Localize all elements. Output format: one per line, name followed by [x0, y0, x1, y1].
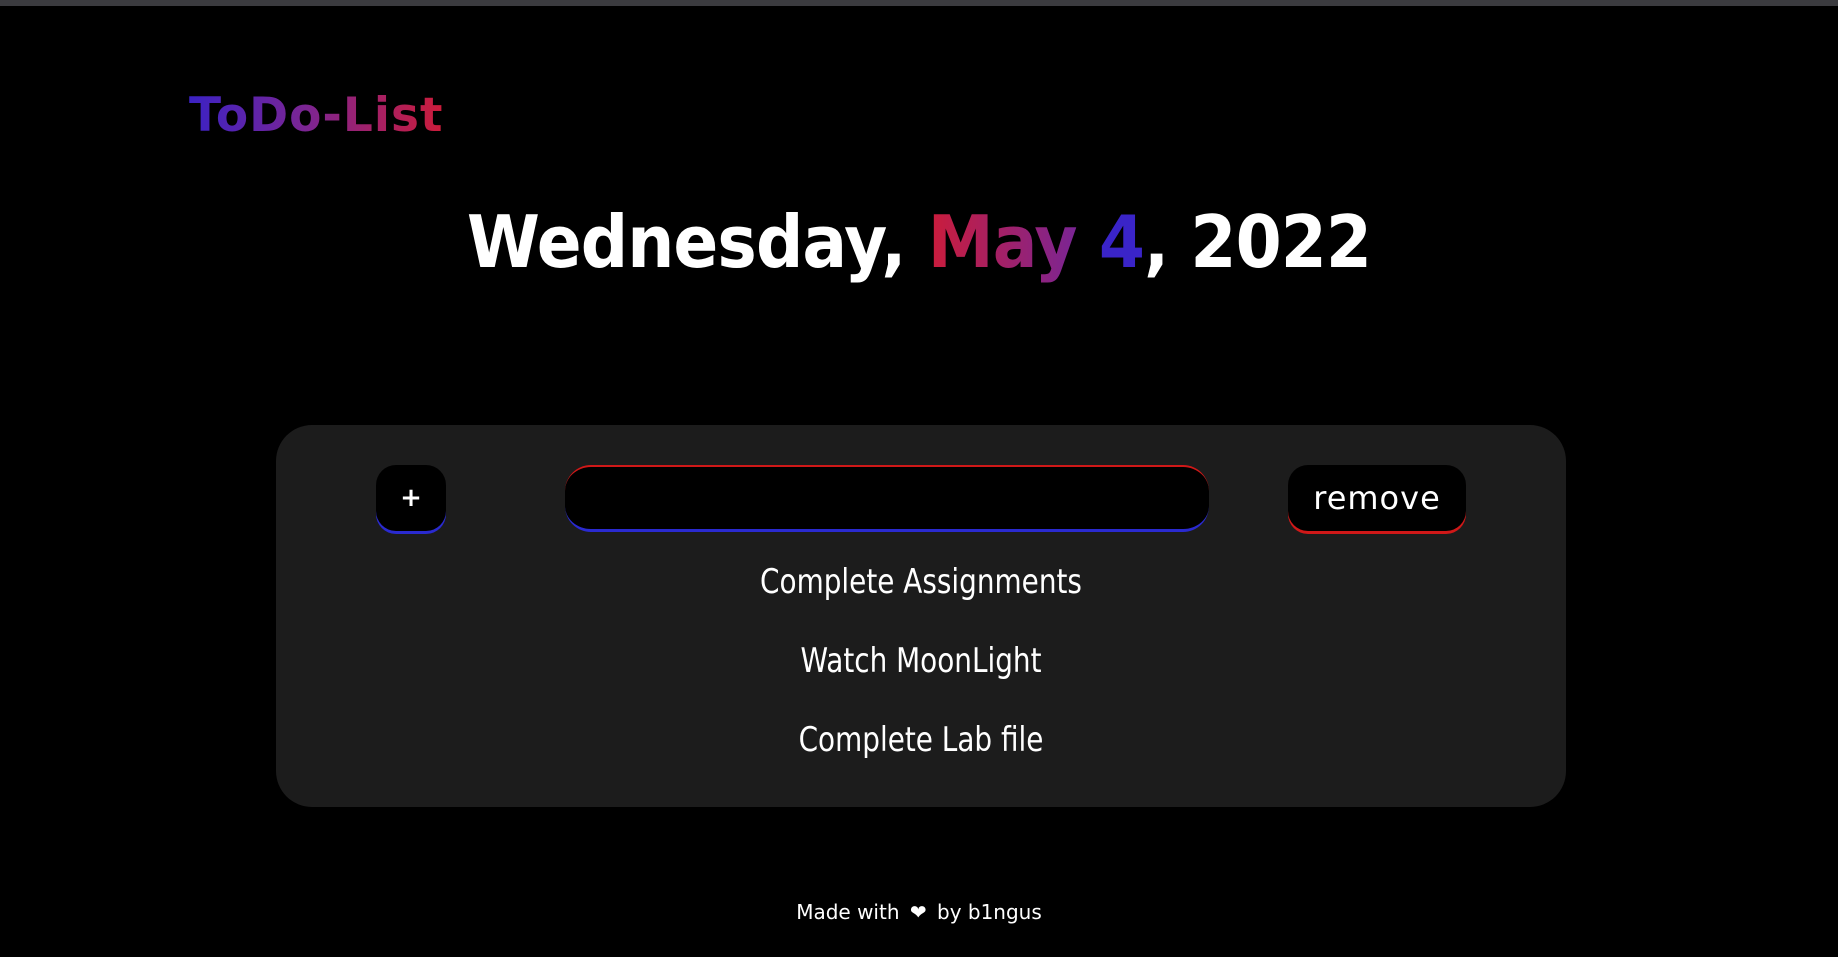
date-year: , 2022	[1144, 200, 1372, 284]
date-month: May	[927, 200, 1078, 284]
heart-icon: ❤	[909, 900, 927, 924]
todo-list: Complete Assignments Watch MoonLight Com…	[276, 557, 1566, 794]
date-weekday: Wednesday,	[466, 200, 907, 284]
app-logo: ToDo-List	[189, 88, 444, 143]
current-date: Wednesday, May 4, 2022	[74, 200, 1765, 284]
add-button[interactable]: +	[376, 465, 446, 531]
date-day: 4	[1098, 200, 1145, 284]
todo-item[interactable]: Complete Assignments	[392, 557, 1450, 636]
footer: Made with ❤ by b1ngus	[0, 900, 1838, 924]
remove-button[interactable]: remove	[1288, 465, 1466, 531]
footer-suffix: by b1ngus	[937, 900, 1042, 924]
todo-item[interactable]: Complete Lab file	[392, 715, 1450, 794]
todo-card: + remove Complete Assignments Watch Moon…	[276, 425, 1566, 807]
todo-input[interactable]	[565, 465, 1209, 532]
todo-item[interactable]: Watch MoonLight	[392, 636, 1450, 715]
browser-top-bar	[0, 0, 1838, 6]
footer-prefix: Made with	[796, 900, 900, 924]
